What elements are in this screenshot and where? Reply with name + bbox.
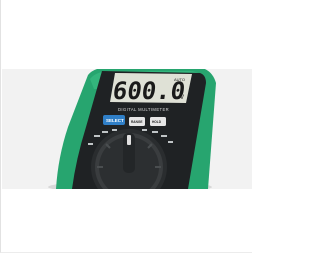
- body-label: DIGITAL MULTIMETER: [118, 107, 169, 112]
- lcd-mode-label: AUTO: [174, 77, 185, 82]
- range-button-label: RANGE: [131, 120, 143, 124]
- image-frame: 600.0 V AUTO DIGITAL MULTIMETER SELECT R…: [0, 0, 252, 253]
- select-button-label: SELECT: [106, 118, 124, 123]
- multimeter-photo: 600.0 V AUTO DIGITAL MULTIMETER SELECT R…: [2, 69, 252, 189]
- lcd-unit: V: [180, 95, 184, 101]
- hold-button-label: HOLD: [152, 120, 162, 124]
